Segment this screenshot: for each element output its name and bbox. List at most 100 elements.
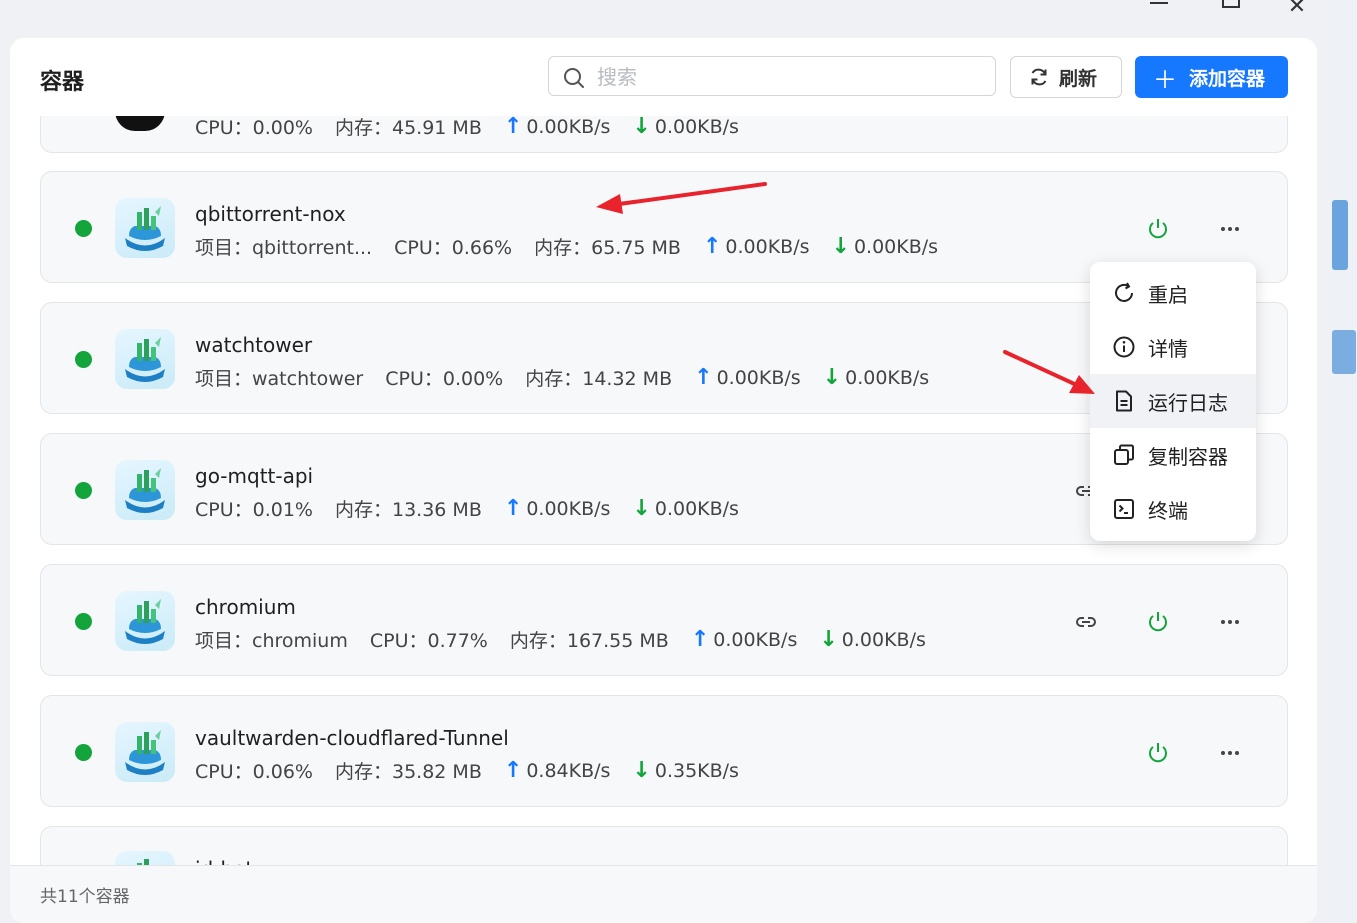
status-dot — [75, 613, 92, 630]
status-dot — [75, 744, 92, 761]
memory-stat: 内存：35.82 MB — [335, 761, 482, 783]
memory-stat: 内存：13.36 MB — [335, 499, 482, 521]
container-name: vaultwarden-cloudflared-Tunnel — [195, 726, 509, 750]
more-button[interactable] — [1217, 740, 1243, 766]
power-button[interactable] — [1145, 216, 1171, 242]
menu-item-copy[interactable]: 复制容器 — [1090, 428, 1256, 482]
refresh-button[interactable]: 刷新 — [1010, 56, 1122, 98]
add-container-label: 添加容器 — [1189, 67, 1266, 90]
info-icon — [1113, 336, 1135, 358]
upload-icon: ↑ — [503, 496, 523, 521]
container-name: qbittorrent-nox — [195, 202, 346, 226]
download-icon: ↓ — [632, 114, 651, 139]
more-icon — [1221, 227, 1239, 231]
memory-stat: 内存：167.55 MB — [509, 630, 669, 652]
container-name: watchtower — [195, 333, 313, 357]
restart-icon — [1115, 282, 1133, 302]
upload-icon: ↑ — [503, 758, 523, 783]
status-dot — [75, 351, 92, 368]
download-icon: ↓ — [632, 758, 651, 783]
container-count: 共11个容器 — [40, 887, 130, 907]
download-icon: ↓ — [632, 496, 651, 521]
download-stat: 0.00KB/s — [845, 366, 930, 389]
menu-item-label: 重启 — [1148, 282, 1188, 307]
download-stat: 0.00KB/s — [654, 497, 739, 520]
upload-icon: ↑ — [694, 365, 713, 390]
app-icon — [115, 460, 175, 520]
window-maximize-button[interactable] — [1214, 0, 1244, 24]
panel-header: 容器 刷新 ＋ 添加容器 — [10, 38, 1317, 116]
link-icon — [1076, 617, 1096, 627]
window-controls: ✕ — [1130, 0, 1330, 30]
background-window-strip — [1330, 0, 1357, 923]
upload-stat: 0.00KB/s — [526, 115, 611, 138]
project-stat: 项目：watchtower — [195, 368, 364, 390]
download-stat: 0.00KB/s — [853, 235, 939, 258]
more-icon — [1221, 620, 1239, 624]
project-stat: 项目：qbittorrent... — [195, 237, 373, 259]
power-button[interactable] — [1145, 740, 1171, 766]
upload-icon: ↑ — [690, 627, 710, 652]
container-context-menu: 重启 详情 运行日志 复制容器 终端 — [1090, 262, 1256, 541]
container-name: go-mqtt-api — [195, 464, 314, 488]
annotation-arrow-logs — [1003, 350, 1095, 394]
power-icon — [1149, 219, 1167, 239]
status-dot — [75, 482, 92, 499]
power-icon — [1149, 612, 1167, 632]
download-icon: ↓ — [822, 365, 842, 390]
app-icon — [115, 591, 175, 651]
container-card[interactable]: chromium 项目：chromium CPU：0.77% 内存：167.55 MB… — [40, 564, 1288, 676]
menu-item-label: 终端 — [1148, 498, 1188, 523]
upload-stat: 0.84KB/s — [526, 759, 611, 782]
container-stats: CPU：0.00% 内存：45.91 MB ↑ 0.00KB/s ↓ 0.00KB/… — [195, 113, 761, 140]
download-icon: ↓ — [831, 234, 850, 259]
download-stat: 0.00KB/s — [841, 628, 926, 651]
app-icon — [115, 198, 175, 258]
menu-item-label: 运行日志 — [1148, 390, 1228, 415]
refresh-label: 刷新 — [1059, 67, 1098, 90]
terminal-icon — [1114, 499, 1134, 519]
menu-item-restart[interactable]: 重启 — [1090, 266, 1256, 320]
more-icon — [1221, 751, 1239, 755]
add-container-button[interactable]: ＋ 添加容器 — [1135, 56, 1288, 98]
container-stats: CPU：0.01% 内存：13.36 MB ↑ 0.00KB/s ↓ 0.00KB/s — [195, 495, 761, 522]
open-link-button[interactable] — [1073, 609, 1099, 635]
status-dot — [75, 220, 92, 237]
power-button[interactable] — [1145, 609, 1171, 635]
download-stat: 0.00KB/s — [654, 115, 739, 138]
project-stat: 项目：chromium — [195, 630, 348, 652]
memory-stat: 内存：45.91 MB — [335, 117, 482, 139]
more-button[interactable] — [1217, 609, 1243, 635]
cpu-stat: CPU：0.01% — [195, 499, 313, 521]
refresh-icon — [1031, 68, 1047, 86]
upload-stat: 0.00KB/s — [713, 628, 798, 651]
container-stats: 项目：qbittorrent... CPU：0.66% 内存：65.75 MB ↑ 0.… — [195, 233, 960, 260]
app-icon — [115, 722, 175, 782]
window-minimize-button[interactable] — [1144, 0, 1174, 24]
menu-item-details[interactable]: 详情 — [1090, 320, 1256, 374]
container-card[interactable]: vaultwarden-cloudflared-Tunnel CPU：0.06% 内… — [40, 695, 1288, 807]
search-box[interactable] — [548, 56, 996, 96]
window-close-button[interactable]: ✕ — [1282, 0, 1312, 22]
menu-item-terminal[interactable]: 终端 — [1090, 482, 1256, 536]
memory-stat: 内存：65.75 MB — [534, 237, 681, 259]
upload-stat: 0.00KB/s — [725, 235, 810, 258]
panel-footer: 共11个容器 — [10, 865, 1317, 923]
cpu-stat: CPU：0.06% — [195, 761, 313, 783]
upload-icon: ↑ — [503, 114, 523, 139]
menu-item-logs[interactable]: 运行日志 — [1090, 374, 1256, 428]
search-input[interactable] — [595, 63, 979, 91]
app-icon — [115, 329, 175, 389]
upload-icon: ↑ — [702, 234, 722, 259]
more-button[interactable] — [1217, 216, 1243, 242]
download-icon: ↓ — [819, 627, 838, 652]
menu-item-label: 复制容器 — [1148, 444, 1228, 469]
power-icon — [1149, 743, 1167, 763]
menu-item-label: 详情 — [1148, 336, 1188, 361]
copy-icon — [1114, 444, 1134, 465]
cpu-stat: CPU：0.77% — [369, 630, 488, 652]
cpu-stat: CPU：0.00% — [385, 368, 504, 390]
download-stat: 0.35KB/s — [654, 759, 739, 782]
plus-icon: ＋ — [1153, 65, 1177, 94]
container-stats: CPU：0.06% 内存：35.82 MB ↑ 0.84KB/s ↓ 0.35KB/s — [195, 757, 761, 784]
